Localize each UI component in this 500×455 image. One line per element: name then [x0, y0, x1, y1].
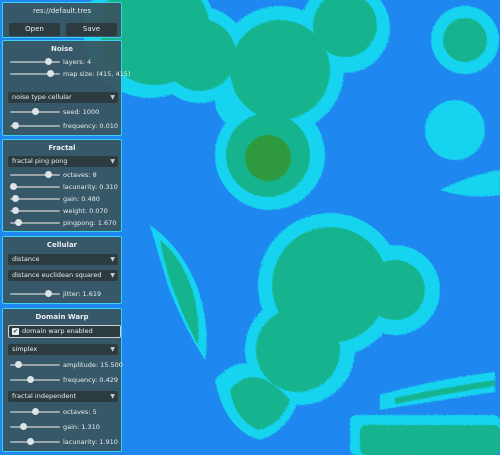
- warp-lacunarity-label: lacunarity: 1.910: [63, 438, 118, 446]
- cellular-return-value: distance: [12, 255, 40, 263]
- slider-knob[interactable]: [32, 408, 39, 415]
- warp-octaves-row: octaves: 5: [3, 406, 121, 418]
- seed-label: seed: 1000: [63, 108, 100, 116]
- octaves-slider[interactable]: [10, 171, 60, 178]
- fractal-panel: Fractal fractal ping pong ▼ octaves: 8 l…: [2, 139, 122, 232]
- cellular-panel: Cellular distance ▼ distance euclidean s…: [2, 236, 122, 304]
- noise-type-value: noise type cellular: [12, 93, 72, 101]
- slider-knob[interactable]: [27, 438, 34, 445]
- amplitude-slider[interactable]: [10, 361, 60, 368]
- frequency-label: frequency: 0.010: [63, 122, 118, 130]
- slider-knob[interactable]: [47, 70, 54, 77]
- map-size-slider[interactable]: [10, 70, 60, 77]
- chevron-down-icon: ▼: [110, 158, 115, 165]
- slider-knob[interactable]: [27, 376, 34, 383]
- weight-slider[interactable]: [10, 207, 60, 214]
- chevron-down-icon: ▼: [110, 272, 115, 279]
- resource-path: res://default.tres: [32, 7, 92, 15]
- amplitude-label: amplitude: 15.500: [63, 361, 123, 369]
- distance-function-value: distance euclidean squared: [12, 271, 102, 279]
- pingpong-slider[interactable]: [10, 219, 60, 226]
- gain-slider[interactable]: [10, 195, 60, 202]
- checkmark-icon: ✔: [12, 328, 19, 335]
- slider-knob[interactable]: [12, 207, 19, 214]
- jitter-row: jitter: 1.619: [3, 288, 121, 300]
- seed-row: seed: 1000: [3, 106, 121, 118]
- fractal-type-value: fractal ping pong: [12, 157, 68, 165]
- warp-lacunarity-row: lacunarity: 1.910: [3, 436, 121, 448]
- chevron-down-icon: ▼: [110, 256, 115, 263]
- chevron-down-icon: ▼: [110, 94, 115, 101]
- jitter-label: jitter: 1.619: [63, 290, 102, 298]
- domain-warp-enabled-label: domain warp enabled: [22, 327, 93, 335]
- warp-type-value: simplex: [12, 345, 38, 353]
- slider-knob[interactable]: [12, 195, 19, 202]
- warp-fractal-dropdown[interactable]: fractal independent ▼: [8, 391, 118, 402]
- slider-knob[interactable]: [9, 183, 17, 190]
- slider-knob[interactable]: [32, 108, 39, 115]
- octaves-label: octaves: 8: [63, 171, 97, 179]
- weight-row: weight: 0.070: [3, 205, 121, 217]
- warp-octaves-label: octaves: 5: [63, 408, 97, 416]
- slider-knob[interactable]: [44, 290, 52, 297]
- domain-warp-panel: Domain Warp ✔ domain warp enabled simple…: [2, 308, 123, 452]
- cellular-return-dropdown[interactable]: distance ▼: [8, 254, 118, 265]
- noise-title: Noise: [51, 45, 73, 53]
- noise-panel: Noise layers: 4 map size: (415, 415) noi…: [2, 40, 130, 136]
- gain-row: gain: 0.480: [3, 193, 121, 205]
- warp-gain-label: gain: 1.310: [63, 423, 100, 431]
- slider-knob[interactable]: [44, 58, 52, 65]
- warp-gain-row: gain: 1.310: [3, 421, 121, 433]
- open-button[interactable]: Open: [9, 23, 60, 36]
- slider-knob[interactable]: [44, 171, 52, 178]
- jitter-slider[interactable]: [10, 290, 60, 297]
- lacunarity-slider[interactable]: [9, 183, 60, 190]
- slider-knob[interactable]: [12, 122, 19, 129]
- pingpong-label: pingpong: 1.670: [63, 219, 117, 227]
- file-panel: res://default.tres Open Save: [2, 2, 122, 38]
- amplitude-row: amplitude: 15.500: [3, 359, 123, 371]
- frequency-slider[interactable]: [10, 122, 60, 129]
- gain-label: gain: 0.480: [63, 195, 100, 203]
- fractal-title: Fractal: [48, 144, 76, 152]
- map-size-label: map size: (415, 415): [63, 70, 131, 78]
- slider-knob[interactable]: [19, 423, 27, 430]
- save-button[interactable]: Save: [66, 23, 117, 36]
- slider-knob[interactable]: [14, 219, 22, 226]
- layers-slider[interactable]: [10, 58, 60, 65]
- warp-lacunarity-slider[interactable]: [10, 438, 60, 445]
- warp-octaves-slider[interactable]: [10, 408, 60, 415]
- lacunarity-row: lacunarity: 0.310: [3, 181, 121, 193]
- fractal-type-dropdown[interactable]: fractal ping pong ▼: [8, 156, 118, 167]
- domain-warp-checkbox[interactable]: ✔ domain warp enabled: [8, 325, 121, 338]
- domain-warp-title: Domain Warp: [35, 313, 89, 321]
- lacunarity-label: lacunarity: 0.310: [63, 183, 118, 191]
- warp-frequency-label: frequency: 0.429: [63, 376, 118, 384]
- noise-type-dropdown[interactable]: noise type cellular ▼: [8, 92, 118, 103]
- weight-label: weight: 0.070: [63, 207, 108, 215]
- chevron-down-icon: ▼: [110, 346, 115, 353]
- slider-knob[interactable]: [14, 361, 22, 368]
- warp-fractal-value: fractal independent: [12, 392, 77, 400]
- map-size-row: map size: (415, 415): [3, 68, 130, 80]
- pingpong-row: pingpong: 1.670: [3, 217, 121, 229]
- seed-slider[interactable]: [10, 108, 60, 115]
- warp-type-dropdown[interactable]: simplex ▼: [8, 344, 118, 355]
- cellular-title: Cellular: [46, 241, 78, 249]
- layers-row: layers: 4: [3, 56, 121, 68]
- warp-frequency-slider[interactable]: [10, 376, 60, 383]
- frequency-row: frequency: 0.010: [3, 120, 121, 132]
- distance-function-dropdown[interactable]: distance euclidean squared ▼: [8, 270, 118, 281]
- warp-gain-slider[interactable]: [10, 423, 60, 430]
- warp-frequency-row: frequency: 0.429: [3, 374, 121, 386]
- octaves-row: octaves: 8: [3, 169, 121, 181]
- layers-label: layers: 4: [63, 58, 92, 66]
- chevron-down-icon: ▼: [110, 393, 115, 400]
